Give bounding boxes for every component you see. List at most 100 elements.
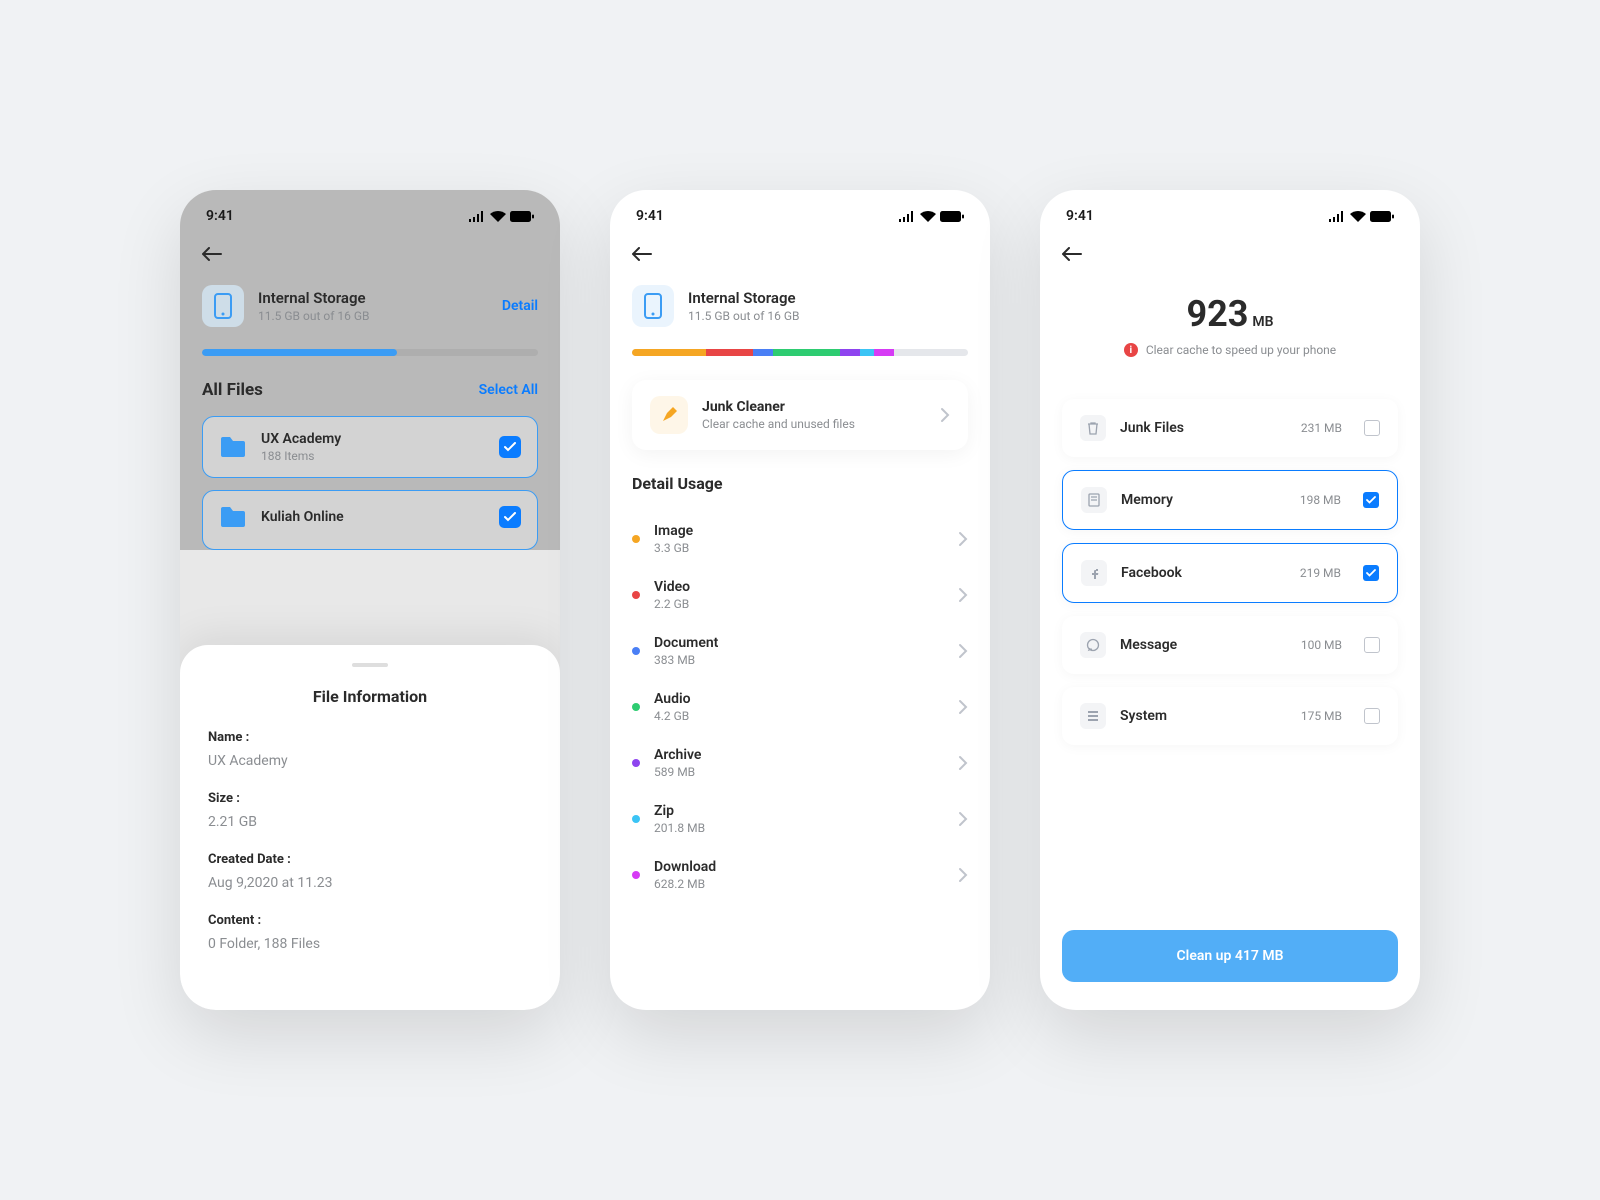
item-icon [1081, 487, 1107, 513]
item-name: Memory [1121, 492, 1286, 508]
file-item[interactable]: UX Academy 188 Items [202, 416, 538, 478]
status-time: 9:41 [206, 208, 234, 224]
chevron-right-icon [958, 587, 968, 603]
status-icons [469, 211, 534, 222]
clean-item[interactable]: Junk Files 231 MB [1062, 399, 1398, 457]
usage-list: Image3.3 GB Video2.2 GB Document 383 MB A… [632, 511, 968, 903]
usage-size: 589 MB [654, 765, 944, 779]
folder-icon [219, 505, 247, 529]
phone-icon [632, 285, 674, 327]
item-size: 100 MB [1301, 638, 1342, 652]
junk-cleaner-card[interactable]: Junk Cleaner Clear cache and unused file… [632, 380, 968, 450]
storage-segments [632, 349, 968, 356]
broom-icon [650, 396, 688, 434]
usage-size: 383 MB [654, 653, 944, 667]
file-checkbox[interactable] [499, 506, 521, 528]
chevron-right-icon [958, 643, 968, 659]
item-checkbox[interactable] [1363, 565, 1379, 581]
usage-item[interactable]: Video2.2 GB [632, 567, 968, 623]
usage-size: 3.3 GB [654, 541, 944, 555]
usage-name: Download [654, 859, 944, 875]
item-name: System [1120, 708, 1287, 724]
chevron-right-icon [958, 811, 968, 827]
signal-icon [899, 211, 916, 222]
item-checkbox[interactable] [1364, 708, 1380, 724]
usage-item[interactable]: Document 383 MB [632, 623, 968, 679]
file-item[interactable]: Kuliah Online [202, 490, 538, 550]
clean-item[interactable]: Memory 198 MB [1062, 470, 1398, 530]
usage-size: 2.2 GB [654, 597, 944, 611]
chevron-right-icon [958, 699, 968, 715]
clean-list: Junk Files 231 MB Memory 198 MB Facebook… [1062, 399, 1398, 745]
signal-icon [1329, 211, 1346, 222]
back-button[interactable] [632, 234, 652, 273]
status-icons [1329, 211, 1394, 222]
back-button[interactable] [202, 234, 222, 273]
item-checkbox[interactable] [1364, 420, 1380, 436]
detail-link[interactable]: Detail [502, 298, 538, 314]
battery-icon [510, 211, 534, 222]
storage-subtitle: 11.5 GB out of 16 GB [688, 309, 968, 323]
usage-item[interactable]: Zip201.8 MB [632, 791, 968, 847]
color-dot [632, 815, 640, 823]
item-size: 219 MB [1300, 566, 1341, 580]
file-subtitle: 188 Items [261, 449, 485, 463]
chevron-right-icon [958, 867, 968, 883]
select-all-link[interactable]: Select All [479, 382, 538, 398]
status-time: 9:41 [636, 208, 664, 224]
wifi-icon [1350, 211, 1366, 222]
usage-item[interactable]: Archive589 MB [632, 735, 968, 791]
clean-item[interactable]: Message 100 MB [1062, 616, 1398, 674]
back-button[interactable] [1062, 234, 1082, 273]
junk-subtitle: Clear cache and unused files [702, 417, 926, 431]
info-date-label: Created Date : [208, 852, 532, 867]
usage-name: Audio [654, 691, 944, 707]
cache-subtitle: Clear cache to speed up your phone [1146, 343, 1336, 357]
usage-size: 4.2 GB [654, 709, 944, 723]
battery-icon [1370, 211, 1394, 222]
item-icon [1080, 415, 1106, 441]
detail-usage-title: Detail Usage [632, 474, 968, 493]
chevron-right-icon [940, 407, 950, 423]
info-content-value: 0 Folder, 188 Files [208, 936, 532, 952]
usage-item[interactable]: Image3.3 GB [632, 511, 968, 567]
color-dot [632, 535, 640, 543]
status-bar: 9:41 [1040, 190, 1420, 234]
item-checkbox[interactable] [1363, 492, 1379, 508]
storage-summary: Internal Storage 11.5 GB out of 16 GB De… [202, 273, 538, 335]
clean-item[interactable]: System 175 MB [1062, 687, 1398, 745]
color-dot [632, 759, 640, 767]
screen-file-info: 9:41 Internal Storage 11.5 GB out of 16 … [180, 190, 560, 1010]
back-arrow-icon [1062, 247, 1082, 261]
folder-icon [219, 435, 247, 459]
color-dot [632, 871, 640, 879]
usage-name: Document [654, 635, 944, 651]
files-section-header: All Files Select All [202, 380, 538, 400]
battery-icon [940, 211, 964, 222]
file-info-sheet: File Information Name :UX Academy Size :… [180, 645, 560, 1010]
usage-item[interactable]: Download628.2 MB [632, 847, 968, 903]
screen-clean-cache: 9:41 923MB i Clear cache to speed up you… [1040, 190, 1420, 1010]
item-size: 175 MB [1301, 709, 1342, 723]
info-size-label: Size : [208, 791, 532, 806]
file-checkbox[interactable] [499, 436, 521, 458]
usage-size: 201.8 MB [654, 821, 944, 835]
item-size: 231 MB [1301, 421, 1342, 435]
storage-summary: Internal Storage 11.5 GB out of 16 GB [632, 273, 968, 335]
item-checkbox[interactable] [1364, 637, 1380, 653]
section-title: All Files [202, 380, 263, 400]
cache-header: 923MB i Clear cache to speed up your pho… [1062, 273, 1398, 363]
chevron-right-icon [958, 755, 968, 771]
clean-up-button[interactable]: Clean up 417 MB [1062, 930, 1398, 982]
storage-title: Internal Storage [258, 289, 488, 307]
status-time: 9:41 [1066, 208, 1094, 224]
wifi-icon [490, 211, 506, 222]
sheet-handle[interactable] [352, 663, 388, 667]
item-name: Junk Files [1120, 420, 1287, 436]
wifi-icon [920, 211, 936, 222]
item-icon [1080, 632, 1106, 658]
color-dot [632, 703, 640, 711]
usage-item[interactable]: Audio 4.2 GB [632, 679, 968, 735]
clean-item[interactable]: Facebook 219 MB [1062, 543, 1398, 603]
signal-icon [469, 211, 486, 222]
